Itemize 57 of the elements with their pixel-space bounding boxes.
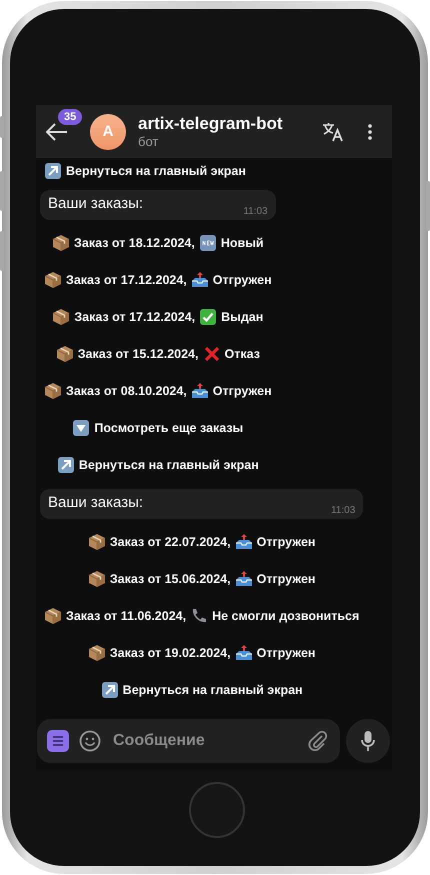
button-label[interactable]: Заказ от 19.02.2024, <box>110 646 231 660</box>
outbox-tray-icon <box>234 644 253 662</box>
microphone-icon <box>360 730 376 752</box>
order-status: Выдан <box>221 310 264 324</box>
package-icon <box>88 644 106 662</box>
outbox-tray-icon <box>190 270 209 288</box>
button-label[interactable]: Вернуться на главный экран <box>78 458 259 472</box>
message-input[interactable]: Сообщение <box>111 731 298 751</box>
order-status: Отгружен <box>256 534 316 548</box>
menu-icon[interactable] <box>47 730 69 752</box>
chat-subtitle: бот <box>138 134 160 150</box>
back-icon[interactable] <box>46 122 68 140</box>
order-status: Отказ <box>224 346 260 360</box>
order-status: Не смогли дозвониться <box>212 608 360 622</box>
message-text: Ваши заказы: <box>48 195 144 212</box>
message-time: 11:03 <box>243 206 268 217</box>
order-status: Отгружен <box>256 572 316 586</box>
smiley-icon[interactable] <box>79 730 101 752</box>
translate-icon[interactable] <box>322 122 344 142</box>
button-label[interactable]: Заказ от 15.12.2024, <box>78 346 198 360</box>
button-label[interactable]: Заказ от 17.12.2024, <box>74 310 196 324</box>
order-status: Отгружен <box>212 384 272 398</box>
button-label[interactable]: Вернуться на главный экран <box>66 164 246 178</box>
package-icon <box>52 308 70 326</box>
order-status: Отгружен <box>256 646 316 660</box>
outbox-tray-icon <box>190 382 209 400</box>
cross-mark-icon <box>202 344 220 362</box>
more-icon[interactable] <box>368 124 372 140</box>
button-label[interactable]: Заказ от 08.10.2024, <box>66 384 187 398</box>
order-status: Отгружен <box>212 272 272 286</box>
button-label[interactable]: Заказ от 18.12.2024, <box>74 236 195 250</box>
check-mark-icon <box>199 308 218 326</box>
button-label[interactable]: Заказ от 22.07.2024, <box>110 534 231 548</box>
new-badge-icon <box>198 234 217 252</box>
outbox-tray-icon <box>234 532 253 550</box>
chat-title: artix-telegram-bot <box>138 114 284 134</box>
button-label[interactable]: Посмотреть еще заказы <box>94 420 244 434</box>
button-label[interactable]: Заказ от 11.06.2024, <box>66 608 186 622</box>
message-field[interactable]: Сообщение <box>37 719 340 763</box>
package-icon <box>56 344 74 362</box>
unread-badge: 35 <box>58 109 82 125</box>
message-text: Ваши заказы: <box>48 494 144 511</box>
button-label[interactable]: Заказ от 17.12.2024, <box>66 272 187 286</box>
package-icon <box>88 570 106 588</box>
button-label[interactable]: Вернуться на главный экран <box>122 682 303 696</box>
outbox-tray-icon <box>234 570 253 588</box>
package-icon <box>88 532 106 550</box>
message-time: 11:03 <box>330 505 356 516</box>
order-status: Новый <box>220 236 264 250</box>
package-icon <box>44 606 62 624</box>
package-icon <box>44 382 62 400</box>
microphone-button[interactable] <box>346 719 390 763</box>
button-label[interactable]: Заказ от 15.06.2024, <box>110 572 231 586</box>
phone-icon <box>190 606 208 624</box>
package-icon <box>44 270 62 288</box>
attach-icon[interactable] <box>308 730 328 752</box>
package-icon <box>52 234 70 252</box>
